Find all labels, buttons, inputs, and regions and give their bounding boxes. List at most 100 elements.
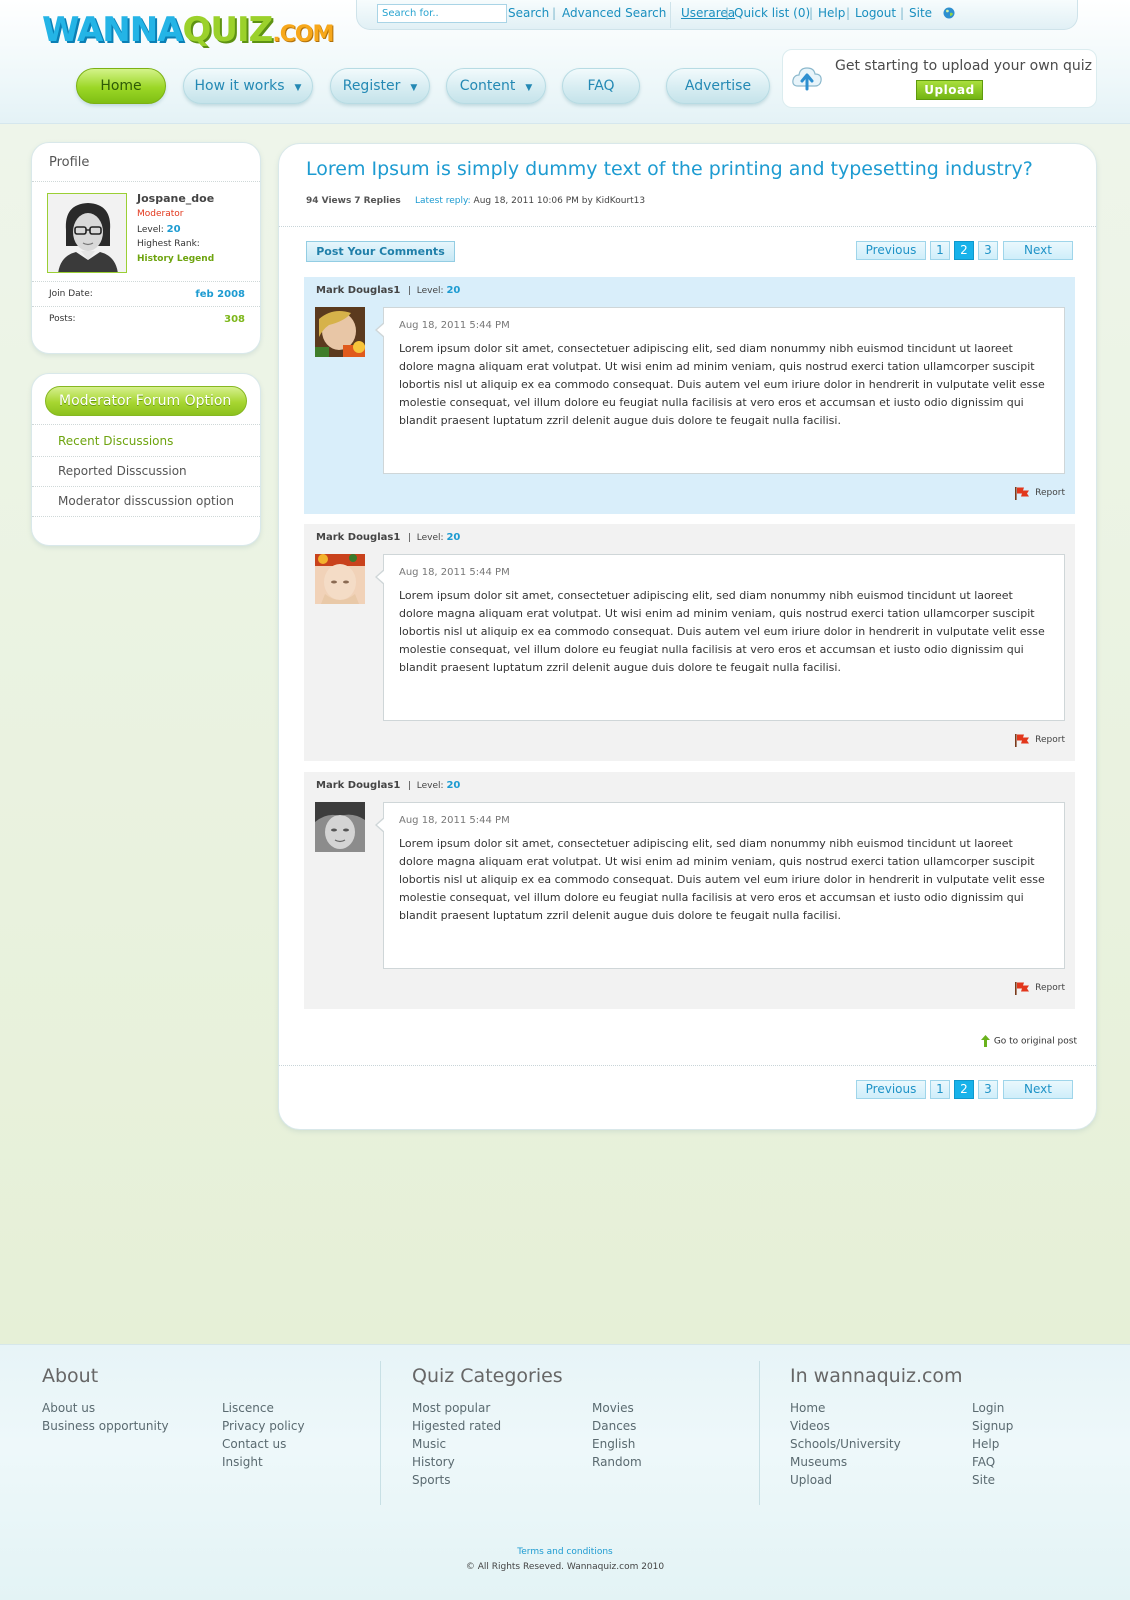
footer-link[interactable]: Site [972,1473,995,1487]
profile-role: Moderator [137,209,184,219]
footer-link[interactable]: About us [42,1401,95,1415]
mod-item-reported-discussion[interactable]: Reported Disscussion [58,464,187,478]
post-content: Aug 18, 2011 5:44 PM Lorem ipsum dolor s… [375,802,1065,969]
search-input[interactable] [377,4,507,23]
globe-icon[interactable] [943,7,955,19]
post-avatar[interactable] [315,307,365,357]
avatar-photo [315,802,365,852]
separator: | [846,6,851,20]
separator: | [809,6,814,20]
site-link[interactable]: Site [909,6,932,20]
post-content: Aug 18, 2011 5:44 PM Lorem ipsum dolor s… [375,554,1065,721]
thread-panel: Lorem Ipsum is simply dummy text of the … [278,143,1097,1130]
site-footer: About About us Business opportunity Lisc… [0,1344,1130,1600]
divider [32,424,260,425]
pagination-previous[interactable]: Previous [856,1080,926,1099]
footer-link[interactable]: Login [972,1401,1004,1415]
terms-link[interactable]: Terms and conditions [0,1547,1130,1557]
nav-home[interactable]: Home [76,68,166,104]
footer-link[interactable]: Music [412,1437,446,1451]
footer-link[interactable]: Insight [222,1455,263,1469]
quick-list-link[interactable]: Quick list (0) [734,6,810,20]
thread-views: 94 Views [306,196,352,206]
pagination-next[interactable]: Next [1003,1080,1073,1099]
thread-meta: 94 Views 7 Replies Latest reply: Aug 18,… [306,196,645,206]
footer-link[interactable]: Contact us [222,1437,286,1451]
pagination-page[interactable]: 3 [978,241,998,260]
profile-card: Profile Jospane_doe Moderator Level: 20 … [31,142,261,354]
profile-username[interactable]: Jospane_doe [137,192,214,205]
copyright-text: © All Rights Reseved. Wannaquiz.com 2010 [465,1562,665,1572]
report-link[interactable]: Report [1014,485,1065,501]
pagination-top: Previous 1 2 3 Next [856,241,1076,260]
site-header: WANNAQUIZ.COM Search | Advanced Search U… [0,0,1130,124]
post-level-label: Level: [416,286,444,296]
footer-link[interactable]: Upload [790,1473,832,1487]
pagination-previous[interactable]: Previous [856,241,926,260]
footer-link[interactable]: Schools/University [790,1437,901,1451]
pagination-page[interactable]: 1 [930,1080,950,1099]
footer-link[interactable]: Videos [790,1419,830,1433]
arrow-up-icon [980,1035,990,1047]
search-link[interactable]: Search [508,6,549,20]
footer-link[interactable]: History [412,1455,455,1469]
profile-rank-value: History Legend [137,254,215,264]
footer-link[interactable]: FAQ [972,1455,995,1469]
report-link[interactable]: Report [1014,732,1065,748]
nav-advertise[interactable]: Advertise [666,68,770,104]
footer-link[interactable]: Most popular [412,1401,490,1415]
footer-link[interactable]: Business opportunity [42,1419,169,1433]
pagination-bottom: Previous 1 2 3 Next [856,1080,1076,1099]
nav-register[interactable]: Register ▼ [330,68,430,104]
post-comments-button[interactable]: Post Your Comments [306,241,455,262]
nav-content-label: Content [459,78,516,94]
footer-link[interactable]: Museums [790,1455,847,1469]
footer-link[interactable]: Help [972,1437,999,1451]
mod-item-recent-discussions[interactable]: Recent Discussions [58,434,173,448]
footer-link[interactable]: Sports [412,1473,450,1487]
divider [279,226,1096,227]
post-author[interactable]: Mark Douglas1 [316,285,400,296]
footer-link[interactable]: Home [790,1401,825,1415]
pagination-next[interactable]: Next [1003,241,1073,260]
footer-link[interactable]: Random [592,1455,642,1469]
avatar[interactable] [47,193,127,273]
pagination-page[interactable]: 3 [978,1080,998,1099]
post-author[interactable]: Mark Douglas1 [316,532,400,543]
divider [279,1065,1096,1066]
post-content: Aug 18, 2011 5:44 PM Lorem ipsum dolor s… [375,307,1065,474]
forum-post: Mark Douglas1 | Level: 20 Aug 18, 2011 5… [304,772,1075,1009]
report-link[interactable]: Report [1014,980,1065,996]
advanced-search-link[interactable]: Advanced Search [562,6,666,20]
nav-home-label: Home [100,78,142,94]
pagination-page-current[interactable]: 2 [954,241,974,260]
mod-item-moderator-discussion[interactable]: Moderator disscussion option [58,494,234,508]
footer-link[interactable]: English [592,1437,635,1451]
site-logo[interactable]: WANNAQUIZ.COM [42,8,334,57]
footer-link[interactable]: Higested rated [412,1419,501,1433]
footer-link[interactable]: Movies [592,1401,634,1415]
profile-rank-label: Highest Rank: [137,239,200,249]
chevron-down-icon: ▼ [410,83,418,93]
bubble-notch [377,323,385,337]
post-avatar[interactable] [315,802,365,852]
profile-title: Profile [49,155,90,170]
nav-content[interactable]: Content ▼ [446,68,546,104]
go-to-original-post-link[interactable]: Go to original post [980,1035,1077,1047]
nav-faq[interactable]: FAQ [562,68,640,104]
pagination-page[interactable]: 1 [930,241,950,260]
footer-link[interactable]: Signup [972,1419,1013,1433]
separator: | [552,6,557,20]
nav-how-it-works[interactable]: How it works ▼ [183,68,313,104]
footer-site-title: In wannaquiz.com [790,1365,963,1387]
pagination-page-current[interactable]: 2 [954,1080,974,1099]
footer-link[interactable]: Privacy policy [222,1419,305,1433]
footer-link[interactable]: Liscence [222,1401,274,1415]
logout-link[interactable]: Logout [855,6,896,20]
post-avatar[interactable] [315,554,365,604]
upload-button[interactable]: Upload [916,80,983,100]
post-author[interactable]: Mark Douglas1 [316,780,400,791]
help-link[interactable]: Help [818,6,845,20]
footer-link[interactable]: Dances [592,1419,636,1433]
footer-about-title: About [42,1365,99,1387]
